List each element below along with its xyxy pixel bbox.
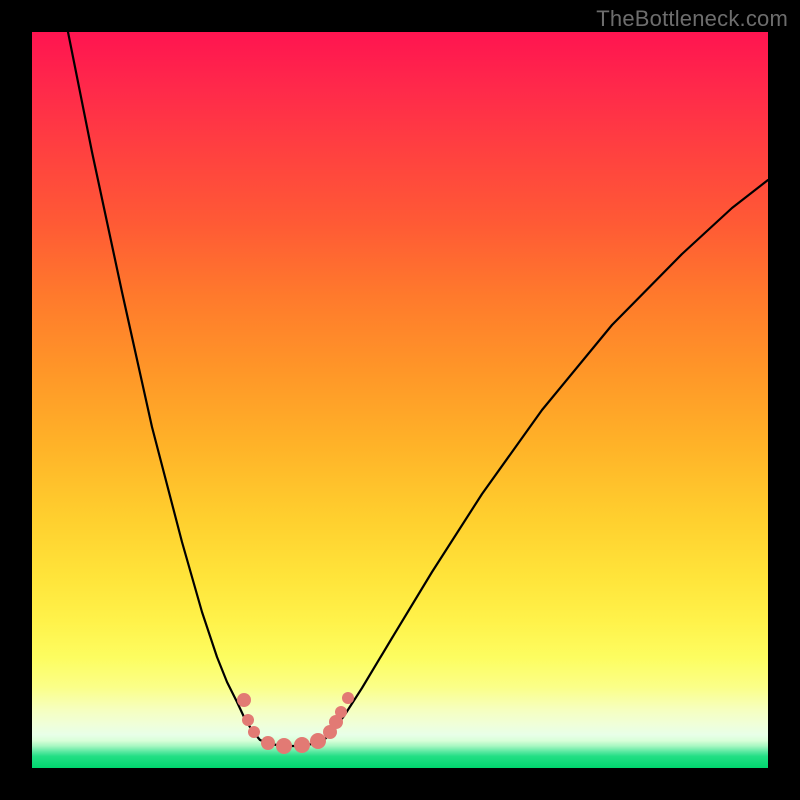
valley-marker [248, 726, 260, 738]
valley-marker [261, 736, 275, 750]
valley-marker [310, 733, 326, 749]
valley-marker [335, 706, 347, 718]
valley-markers [237, 692, 354, 754]
valley-marker [294, 737, 310, 753]
v-curve [64, 12, 768, 746]
valley-marker [276, 738, 292, 754]
chart-stage: TheBottleneck.com [0, 0, 800, 800]
valley-marker [242, 714, 254, 726]
valley-marker [342, 692, 354, 704]
valley-marker [237, 693, 251, 707]
watermark-text: TheBottleneck.com [596, 6, 788, 32]
curve-overlay [32, 32, 768, 768]
